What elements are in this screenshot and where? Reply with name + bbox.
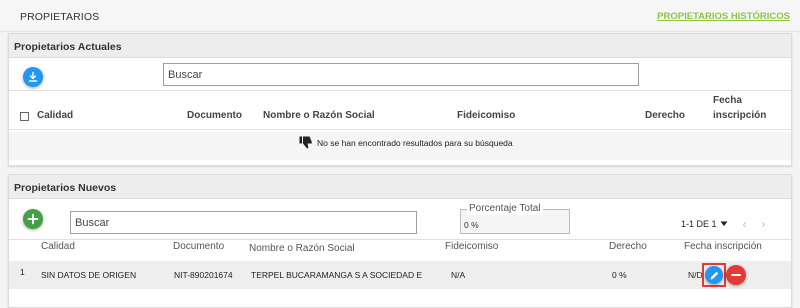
- page-header: PROPIETARIOS PROPIETARIOS HISTÓRICOS: [0, 0, 800, 32]
- divider: [9, 129, 791, 130]
- historic-owners-link[interactable]: PROPIETARIOS HISTÓRICOS: [657, 11, 790, 22]
- page-title: PROPIETARIOS: [20, 11, 100, 23]
- column-header-derecho[interactable]: Derecho: [609, 241, 647, 252]
- add-owner-button[interactable]: [23, 209, 43, 229]
- column-header-calidad[interactable]: Calidad: [37, 110, 73, 121]
- empty-results-text: No se han encontrado resultados para su …: [317, 137, 513, 148]
- row-index: 1: [20, 267, 25, 277]
- new-owners-search-input[interactable]: [70, 211, 417, 234]
- column-header-fecha-line2[interactable]: inscripción: [713, 110, 766, 121]
- cell-calidad: SIN DATOS DE ORIGEN: [41, 270, 137, 280]
- current-owners-title: Propietarios Actuales: [9, 34, 791, 58]
- remove-button[interactable]: [726, 265, 746, 285]
- divider: [9, 239, 791, 240]
- column-header-fecha-line1[interactable]: Fecha: [713, 95, 742, 106]
- caret-down-icon[interactable]: [720, 221, 728, 227]
- column-header-documento[interactable]: Documento: [187, 110, 242, 121]
- new-owners-panel: Propietarios Nuevos Porcentaje Total 0 %…: [8, 174, 792, 308]
- pencil-icon: [710, 271, 718, 279]
- percent-total-field: Porcentaje Total 0 %: [460, 203, 570, 234]
- thumbs-down-icon: [299, 136, 312, 149]
- table-row[interactable]: 1 SIN DATOS DE ORIGEN NIT-890201674 TERP…: [9, 261, 791, 289]
- cell-fecha: N/D: [688, 270, 703, 280]
- download-button[interactable]: [23, 67, 43, 87]
- download-icon: [28, 71, 38, 82]
- current-owners-panel: Propietarios Actuales Calidad Documento …: [8, 33, 792, 166]
- cell-fideicomiso: N/A: [451, 270, 466, 280]
- new-owners-title: Propietarios Nuevos: [9, 175, 791, 199]
- column-header-nombre[interactable]: Nombre o Razón Social: [249, 243, 355, 254]
- chevron-right-icon[interactable]: ›: [762, 217, 766, 231]
- column-header-documento[interactable]: Documento: [173, 241, 224, 252]
- cell-derecho: 0 %: [612, 270, 627, 280]
- minus-icon: [731, 274, 741, 276]
- pagination-range: 1-1 DE 1: [681, 219, 717, 229]
- cell-nombre: TERPEL BUCARAMANGA S A SOCIEDAD E: [251, 270, 423, 280]
- column-header-fideicomiso[interactable]: Fideicomiso: [445, 241, 498, 252]
- column-header-fecha[interactable]: Fecha inscripción: [684, 241, 762, 252]
- cell-documento: NIT-890201674: [174, 270, 233, 280]
- column-header-calidad[interactable]: Calidad: [41, 241, 75, 252]
- divider: [9, 90, 791, 91]
- percent-total-label: Porcentaje Total: [467, 203, 543, 215]
- empty-results-message: No se han encontrado resultados para su …: [299, 136, 513, 149]
- current-owners-search-input[interactable]: [163, 63, 639, 86]
- edit-button[interactable]: [705, 266, 723, 284]
- pagination: 1-1 DE 1 ‹ ›: [681, 217, 766, 231]
- percent-total-value: 0 %: [464, 220, 479, 230]
- column-header-nombre[interactable]: Nombre o Razón Social: [263, 110, 375, 121]
- plus-icon: [27, 213, 39, 225]
- empty-results-row: No se han encontrado resultados para su …: [9, 132, 791, 160]
- column-header-derecho[interactable]: Derecho: [645, 110, 685, 121]
- select-all-checkbox[interactable]: [20, 112, 29, 121]
- chevron-left-icon[interactable]: ‹: [743, 217, 747, 231]
- column-header-fideicomiso[interactable]: Fideicomiso: [457, 110, 515, 121]
